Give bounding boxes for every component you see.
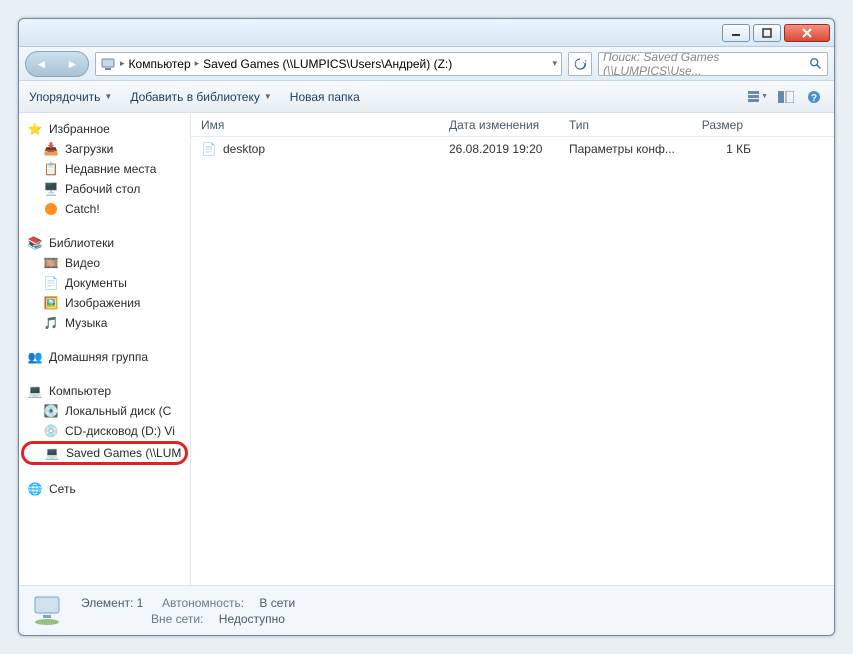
view-button[interactable]: ▼ [748, 88, 768, 106]
include-button[interactable]: Добавить в библиотеку▼ [130, 90, 271, 104]
file-row[interactable]: 📄desktop 26.08.2019 19:20 Параметры конф… [191, 137, 834, 161]
sidebar-libraries[interactable]: 📚Библиотеки [19, 233, 190, 253]
nav-buttons[interactable]: ◄ ► [25, 51, 89, 77]
sidebar-item-saved-games[interactable]: 💻Saved Games (\\LUM [21, 441, 188, 465]
chevron-right-icon: ▸ [195, 58, 200, 69]
computer-icon: 💻 [27, 383, 43, 399]
breadcrumb[interactable]: ▸ Компьютер ▸ Saved Games (\\LUMPICS\Use… [95, 52, 562, 76]
refresh-button[interactable] [568, 52, 592, 76]
chevron-right-icon: ▸ [120, 58, 125, 69]
toolbar: Упорядочить▼ Добавить в библиотеку▼ Нова… [19, 81, 834, 113]
homegroup-icon: 👥 [27, 349, 43, 365]
breadcrumb-computer[interactable]: Компьютер [129, 57, 191, 71]
downloads-icon: 📥 [43, 141, 59, 157]
sidebar-item-cd[interactable]: 💿CD-дисковод (D:) Vi [19, 421, 190, 441]
chevron-down-icon[interactable]: ▾ [552, 58, 557, 69]
search-icon [809, 57, 823, 71]
sidebar-item-local-disk[interactable]: 💽Локальный диск (C [19, 401, 190, 421]
col-date[interactable]: Дата изменения [449, 118, 569, 132]
drive-icon [100, 56, 116, 72]
file-pane: Имя Дата изменения Тип Размер 📄desktop 2… [191, 113, 834, 585]
disk-icon: 💽 [43, 403, 59, 419]
forward-icon: ► [67, 57, 79, 71]
status-bar: Элемент: 1 Автономность: В сети Вне сети… [19, 585, 834, 635]
images-icon: 🖼️ [43, 295, 59, 311]
close-button[interactable] [784, 24, 830, 42]
search-input[interactable]: Поиск: Saved Games (\\LUMPICS\Use... [598, 52, 828, 76]
sidebar-item-downloads[interactable]: 📥Загрузки [19, 139, 190, 159]
network-icon: 🌐 [27, 481, 43, 497]
sidebar-item-recent[interactable]: 📋Недавние места [19, 159, 190, 179]
star-icon: ⭐ [27, 121, 43, 137]
sidebar-item-desktop[interactable]: 🖥️Рабочий стол [19, 179, 190, 199]
sidebar-item-images[interactable]: 🖼️Изображения [19, 293, 190, 313]
chevron-down-icon: ▼ [104, 92, 112, 101]
desktop-icon: 🖥️ [43, 181, 59, 197]
sidebar-favorites[interactable]: ⭐Избранное [19, 119, 190, 139]
sidebar-item-video[interactable]: 🎞️Видео [19, 253, 190, 273]
preview-button[interactable] [776, 88, 796, 106]
chevron-down-icon: ▼ [264, 92, 272, 101]
recent-icon: 📋 [43, 161, 59, 177]
explorer-window: ◄ ► ▸ Компьютер ▸ Saved Games (\\LUMPICS… [18, 18, 835, 636]
col-size[interactable]: Размер [681, 118, 751, 132]
cd-icon: 💿 [43, 423, 59, 439]
address-bar: ◄ ► ▸ Компьютер ▸ Saved Games (\\LUMPICS… [19, 47, 834, 81]
sidebar-network[interactable]: 🌐Сеть [19, 479, 190, 499]
music-icon: 🎵 [43, 315, 59, 331]
sidebar: ⭐Избранное 📥Загрузки 📋Недавние места 🖥️Р… [19, 113, 191, 585]
net-drive-large-icon [29, 593, 69, 629]
help-button[interactable]: ? [804, 88, 824, 106]
net-drive-icon: 💻 [44, 445, 60, 461]
sidebar-item-music[interactable]: 🎵Музыка [19, 313, 190, 333]
video-icon: 🎞️ [43, 255, 59, 271]
status-elem: Элемент: 1 [81, 596, 143, 610]
sidebar-computer[interactable]: 💻Компьютер [19, 381, 190, 401]
search-placeholder: Поиск: Saved Games (\\LUMPICS\Use... [603, 52, 805, 76]
organize-button[interactable]: Упорядочить▼ [29, 90, 112, 104]
catch-icon [43, 201, 59, 217]
titlebar [19, 19, 834, 47]
column-headers[interactable]: Имя Дата изменения Тип Размер [191, 113, 834, 137]
documents-icon: 📄 [43, 275, 59, 291]
sidebar-item-documents[interactable]: 📄Документы [19, 273, 190, 293]
minimize-button[interactable] [722, 24, 750, 42]
libraries-icon: 📚 [27, 235, 43, 251]
sidebar-homegroup[interactable]: 👥Домашняя группа [19, 347, 190, 367]
svg-text:?: ? [811, 93, 817, 104]
maximize-button[interactable] [753, 24, 781, 42]
back-icon: ◄ [36, 57, 48, 71]
breadcrumb-location[interactable]: Saved Games (\\LUMPICS\Users\Андрей) (Z:… [203, 57, 452, 71]
sidebar-item-catch[interactable]: Catch! [19, 199, 190, 219]
file-icon: 📄 [201, 141, 217, 157]
col-name[interactable]: Имя [201, 118, 449, 132]
newfolder-button[interactable]: Новая папка [290, 90, 360, 104]
col-type[interactable]: Тип [569, 118, 681, 132]
